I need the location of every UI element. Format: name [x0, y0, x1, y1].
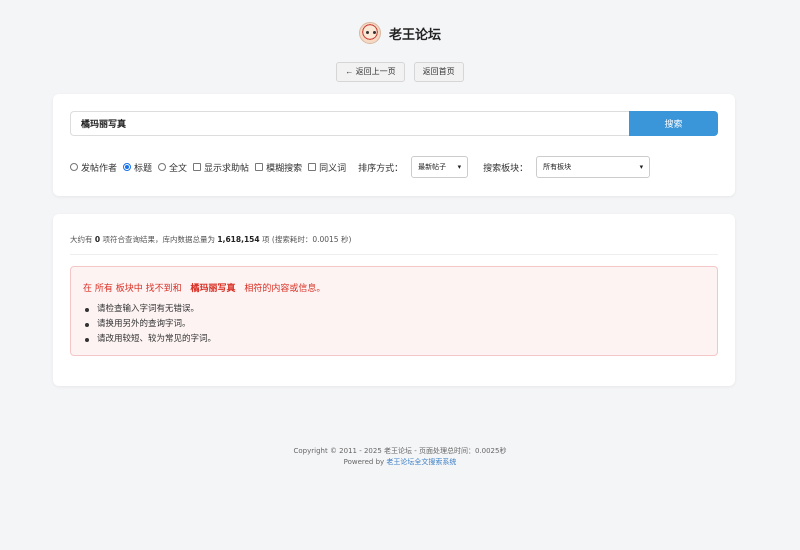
option-title-label: 标题: [134, 163, 153, 174]
option-synonym-label: 同义词: [319, 163, 347, 174]
option-title[interactable]: 标题: [123, 161, 152, 174]
option-synonym[interactable]: 同义词: [308, 161, 346, 174]
alert-title: 在 所有 板块中 找不到和 橘玛丽写真 相符的内容或信息。: [83, 281, 325, 294]
board-label: 搜索板块：: [483, 163, 529, 174]
footer-powered: Powered by 老王论坛全文搜索系统: [0, 457, 800, 468]
option-help-posts[interactable]: 显示求助帖: [193, 161, 249, 174]
alert-keyword: 橘玛丽写真: [190, 284, 236, 294]
footer-copyright: Copyright © 2011 - 2025 老王论坛 - 页面处理总时间：0…: [293, 447, 507, 455]
radio-author[interactable]: [70, 163, 78, 171]
list-item: 请换用另外的查询字词。: [84, 317, 216, 332]
site-header: 老王论坛: [0, 22, 800, 44]
search-input[interactable]: [70, 111, 629, 136]
powered-prefix: Powered by: [343, 458, 385, 466]
alert-prefix: 在 所有 板块中 找不到和: [83, 284, 182, 294]
divider: [70, 254, 718, 255]
checkbox-fuzzy[interactable]: [255, 163, 264, 171]
option-fuzzy-label: 模糊搜索: [266, 163, 303, 174]
stats-total: 1,618,154: [217, 235, 260, 244]
result-stats: 大约有 0 项符合查询结果，库内数据总量为 1,618,154 项 (搜索耗时：…: [70, 234, 351, 245]
sort-select-value: 最新帖子: [418, 163, 447, 171]
chevron-down-icon: ▾: [457, 163, 462, 171]
search-bar: 搜索: [70, 111, 718, 136]
search-options: 发帖作者 标题 全文 显示求助帖 模糊搜索 同义词 排序方式： 最新帖子 ▾ 搜…: [70, 156, 651, 178]
list-item: 请改用较短、较为常见的字词。: [84, 332, 216, 347]
alert-tips: 请检查输入字词有无错误。 请换用另外的查询字词。 请改用较短、较为常见的字词。: [84, 302, 216, 347]
footer: Copyright © 2011 - 2025 老王论坛 - 页面处理总时间：0…: [0, 446, 800, 468]
search-panel: 搜索 发帖作者 标题 全文 显示求助帖 模糊搜索 同义词 排序方式： 最新帖子: [53, 94, 735, 196]
stats-prefix: 大约有: [70, 235, 93, 244]
option-help-posts-label: 显示求助帖: [204, 163, 250, 174]
option-author[interactable]: 发帖作者: [70, 161, 117, 174]
option-fuzzy[interactable]: 模糊搜索: [255, 161, 302, 174]
search-button[interactable]: 搜索: [629, 111, 718, 136]
no-results-alert: 在 所有 板块中 找不到和 橘玛丽写真 相符的内容或信息。 请检查输入字词有无错…: [70, 266, 718, 356]
home-button[interactable]: 返回首页: [413, 62, 464, 82]
stats-middle: 项符合查询结果，库内数据总量为: [102, 235, 216, 244]
powered-link[interactable]: 老王论坛全文搜索系统: [386, 458, 456, 466]
option-fulltext-label: 全文: [169, 163, 188, 174]
stats-count: 0: [94, 235, 101, 244]
top-nav: ← 返回上一页 返回首页: [0, 62, 800, 82]
results-panel: 大约有 0 项符合查询结果，库内数据总量为 1,618,154 项 (搜索耗时：…: [53, 214, 735, 386]
checkbox-help-posts[interactable]: [193, 163, 202, 171]
sort-label: 排序方式：: [358, 163, 404, 174]
alert-suffix: 相符的内容或信息。: [244, 284, 326, 294]
site-title[interactable]: 老王论坛: [389, 24, 441, 43]
chevron-down-icon: ▾: [639, 163, 644, 171]
checkbox-synonym[interactable]: [308, 163, 317, 171]
sort-select[interactable]: 最新帖子 ▾: [411, 156, 469, 178]
stats-suffix: 项 (搜索耗时：0.0015 秒): [262, 235, 352, 244]
list-item: 请检查输入字词有无错误。: [84, 302, 216, 317]
site-logo-icon[interactable]: [358, 22, 381, 44]
board-select[interactable]: 所有板块 ▾: [536, 156, 651, 178]
board-select-value: 所有板块: [543, 163, 572, 171]
radio-fulltext[interactable]: [158, 163, 167, 171]
option-fulltext[interactable]: 全文: [158, 161, 187, 174]
radio-title[interactable]: [123, 163, 132, 171]
option-author-label: 发帖作者: [81, 163, 118, 174]
back-button[interactable]: ← 返回上一页: [336, 62, 405, 82]
